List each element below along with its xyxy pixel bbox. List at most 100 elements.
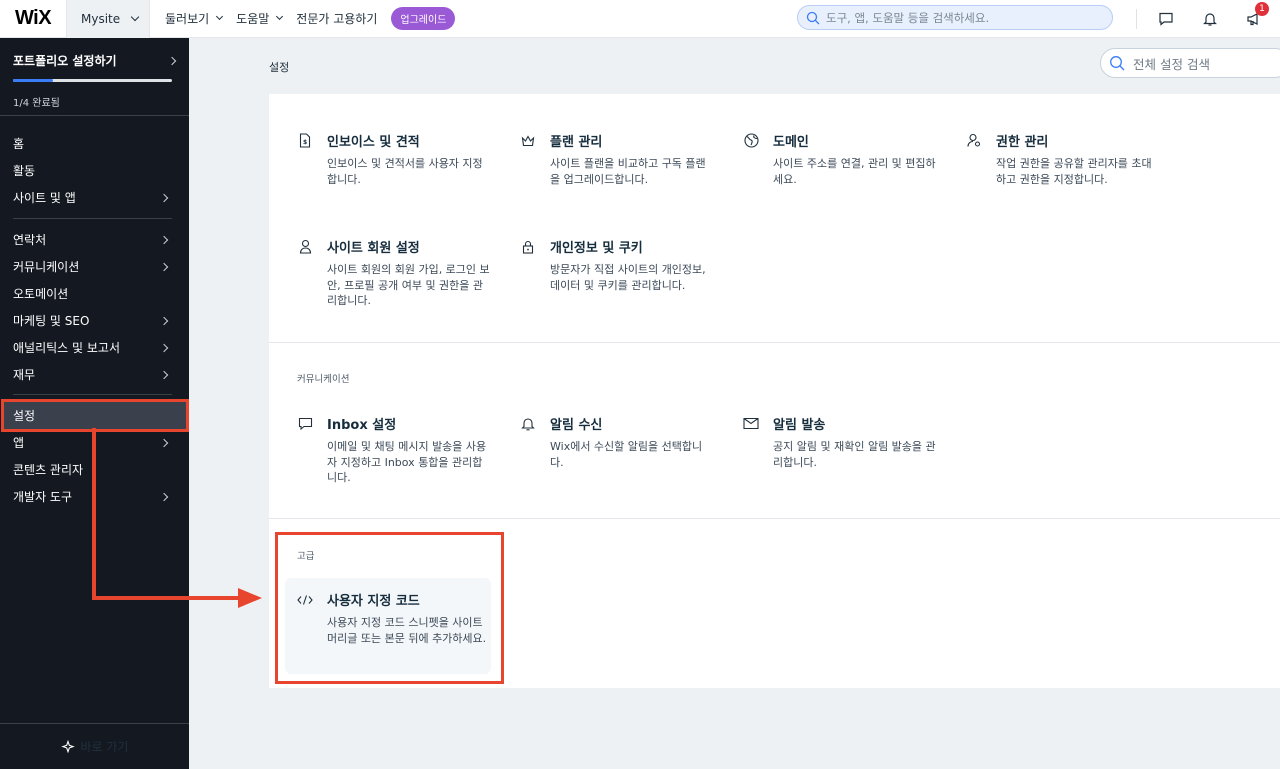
user-key-icon (966, 133, 982, 148)
member-icon (297, 239, 313, 254)
sidebar-item-label: 사이트 및 앱 (13, 191, 76, 205)
chevron-right-icon (159, 316, 169, 325)
card-title: 알림 수신 (550, 418, 603, 433)
notification-badge: 1 (1255, 2, 1269, 16)
card-title: 플랜 관리 (550, 135, 603, 150)
page-title: 설정 (269, 61, 290, 74)
sidebar-item-activity[interactable]: 활동 (0, 157, 189, 184)
sidebar-item-communication[interactable]: 커뮤니케이션 (0, 253, 189, 280)
nav-explore-label: 둘러보기 (165, 12, 210, 26)
nav-hire-expert[interactable]: 전문가 고용하기 (296, 10, 377, 27)
setup-progress-panel[interactable]: 포트폴리오 설정하기 1/4 완료됨 (0, 38, 189, 116)
sparkle-icon (60, 739, 75, 753)
settings-search-placeholder: 전체 설정 검색 (1133, 56, 1210, 72)
chevron-right-icon (159, 262, 169, 271)
sidebar-item-label: 콘텐츠 관리자 (13, 463, 84, 477)
sidebar-item-label: 개발자 도구 (13, 490, 73, 504)
settings-card-permissions[interactable]: 권한 관리 작업 권한을 공유할 관리자를 초대하고 권한을 지정합니다. (966, 131, 1176, 187)
section-divider (269, 518, 1280, 519)
settings-card-send-notifications[interactable]: 알림 발송 공지 알림 및 재확인 알림 발송을 관리합니다. (743, 414, 953, 470)
sidebar-item-analytics[interactable]: 애널리틱스 및 보고서 (0, 334, 189, 361)
sidebar-item-sites-apps[interactable]: 사이트 및 앱 (0, 184, 189, 211)
arrow-head-icon (238, 588, 262, 608)
setup-progress-fill (13, 79, 53, 82)
settings-card-inbox[interactable]: Inbox 설정 이메일 및 채팅 메시지 발송을 사용자 지정하고 Inbox… (297, 414, 507, 486)
bell-icon (1203, 13, 1217, 26)
sidebar-item-marketing-seo[interactable]: 마케팅 및 SEO (0, 307, 189, 334)
chevron-right-icon (159, 492, 169, 501)
quick-access-label: 바로 가기 (80, 740, 129, 754)
setup-status: 1/4 완료됨 (13, 98, 60, 109)
search-icon (806, 11, 820, 24)
svg-text:$: $ (303, 139, 307, 146)
settings-card-domains[interactable]: 도메인 사이트 주소를 연결, 관리 및 편집하세요. (743, 131, 953, 187)
section-divider (269, 342, 1280, 343)
card-description: 사이트 회원의 회원 가입, 로그인 보안, 프로필 공개 여부 및 권한을 관… (327, 263, 490, 307)
setup-progress-bar (13, 79, 172, 82)
settings-card-plans[interactable]: 플랜 관리 사이트 플랜을 비교하고 구독 플랜을 업그레이드합니다. (520, 131, 730, 187)
site-name: Mysite (81, 11, 121, 26)
highlight-box-custom-code (275, 532, 504, 684)
sidebar-item-label: 마케팅 및 SEO (13, 314, 90, 328)
card-title: 도메인 (773, 135, 809, 150)
card-description: 사이트 주소를 연결, 관리 및 편집하세요. (773, 157, 936, 186)
sidebar-item-home[interactable]: 홈 (0, 130, 189, 157)
sidebar-item-label: 홈 (13, 137, 25, 151)
mail-send-icon (743, 417, 759, 430)
settings-card-notifications[interactable]: 알림 수신 Wix에서 수신할 알림을 선택합니다. (520, 414, 730, 470)
card-description: 공지 알림 및 재확인 알림 발송을 관리합니다. (773, 440, 936, 469)
chevron-down-icon (130, 12, 140, 21)
settings-card-privacy[interactable]: 개인정보 및 쿠키 방문자가 직접 사이트의 개인정보, 데이터 및 쿠키를 관… (520, 237, 730, 293)
chevron-right-icon (159, 438, 169, 447)
setup-title: 포트폴리오 설정하기 (13, 54, 117, 68)
settings-card-invoices[interactable]: $ 인보이스 및 견적 인보이스 및 견적서를 사용자 지정합니다. (297, 131, 507, 187)
inbox-button[interactable] (1155, 8, 1177, 30)
sidebar-divider (13, 218, 172, 219)
annotation-arrow-horizontal (92, 596, 240, 600)
sidebar-item-label: 커뮤니케이션 (13, 260, 80, 274)
settings-card-site-members[interactable]: 사이트 회원 설정 사이트 회원의 회원 가입, 로그인 보안, 프로필 공개 … (297, 237, 507, 309)
top-nav: 둘러보기 도움말 전문가 고용하기 업그레이드 (165, 0, 456, 38)
chat-icon (297, 417, 313, 431)
sidebar-item-settings[interactable]: 설정 (1, 399, 189, 432)
card-title: 알림 발송 (773, 418, 826, 433)
sidebar-item-label: 오토메이션 (13, 287, 69, 301)
card-description: 사이트 플랜을 비교하고 구독 플랜을 업그레이드합니다. (550, 157, 706, 186)
sidebar-item-label: 연락처 (13, 233, 47, 247)
top-bar: WiX Mysite 둘러보기 도움말 전문가 고용하기 업그레이드 도구, 앱… (0, 0, 1280, 38)
notifications-button[interactable] (1199, 8, 1221, 30)
chevron-right-icon (159, 370, 169, 379)
chevron-down-icon (276, 12, 284, 21)
search-placeholder: 도구, 앱, 도움말 등을 검색하세요. (826, 10, 990, 25)
divider (1136, 9, 1137, 29)
upgrade-button[interactable]: 업그레이드 (391, 7, 456, 30)
annotation-arrow-vertical (92, 428, 96, 600)
card-title: 사이트 회원 설정 (327, 241, 420, 256)
quick-access-button[interactable]: 바로 가기 (0, 723, 189, 769)
global-search-input[interactable]: 도구, 앱, 도움말 등을 검색하세요. (797, 5, 1113, 30)
nav-help-label: 도움말 (236, 12, 270, 26)
nav-explore[interactable]: 둘러보기 (165, 10, 224, 27)
site-selector[interactable]: Mysite (66, 0, 150, 38)
announcements-button[interactable]: 1 (1243, 2, 1269, 30)
card-title: 인보이스 및 견적 (327, 135, 420, 150)
chevron-right-icon (159, 343, 169, 352)
sidebar-divider (13, 394, 172, 395)
sidebar-item-contacts[interactable]: 연락처 (0, 226, 189, 253)
sidebar-item-label: 앱 (13, 436, 25, 450)
card-description: 인보이스 및 견적서를 사용자 지정합니다. (327, 157, 483, 186)
sidebar-item-finance[interactable]: 재무 (0, 361, 189, 388)
wix-logo[interactable]: WiX (0, 0, 66, 38)
globe-icon (743, 133, 759, 148)
card-description: Wix에서 수신할 알림을 선택합니다. (550, 440, 703, 469)
bell-icon (520, 416, 536, 431)
chevron-right-icon (159, 193, 169, 202)
nav-help[interactable]: 도움말 (236, 10, 284, 27)
sidebar-item-automation[interactable]: 오토메이션 (0, 280, 189, 307)
chat-icon (1159, 12, 1173, 26)
card-description: 방문자가 직접 사이트의 개인정보, 데이터 및 쿠키를 관리합니다. (550, 263, 706, 292)
section-label-communication: 커뮤니케이션 (297, 374, 350, 385)
sidebar-item-label: 활동 (13, 164, 36, 178)
crown-icon (520, 134, 536, 147)
settings-search-input[interactable]: 전체 설정 검색 (1100, 48, 1280, 78)
